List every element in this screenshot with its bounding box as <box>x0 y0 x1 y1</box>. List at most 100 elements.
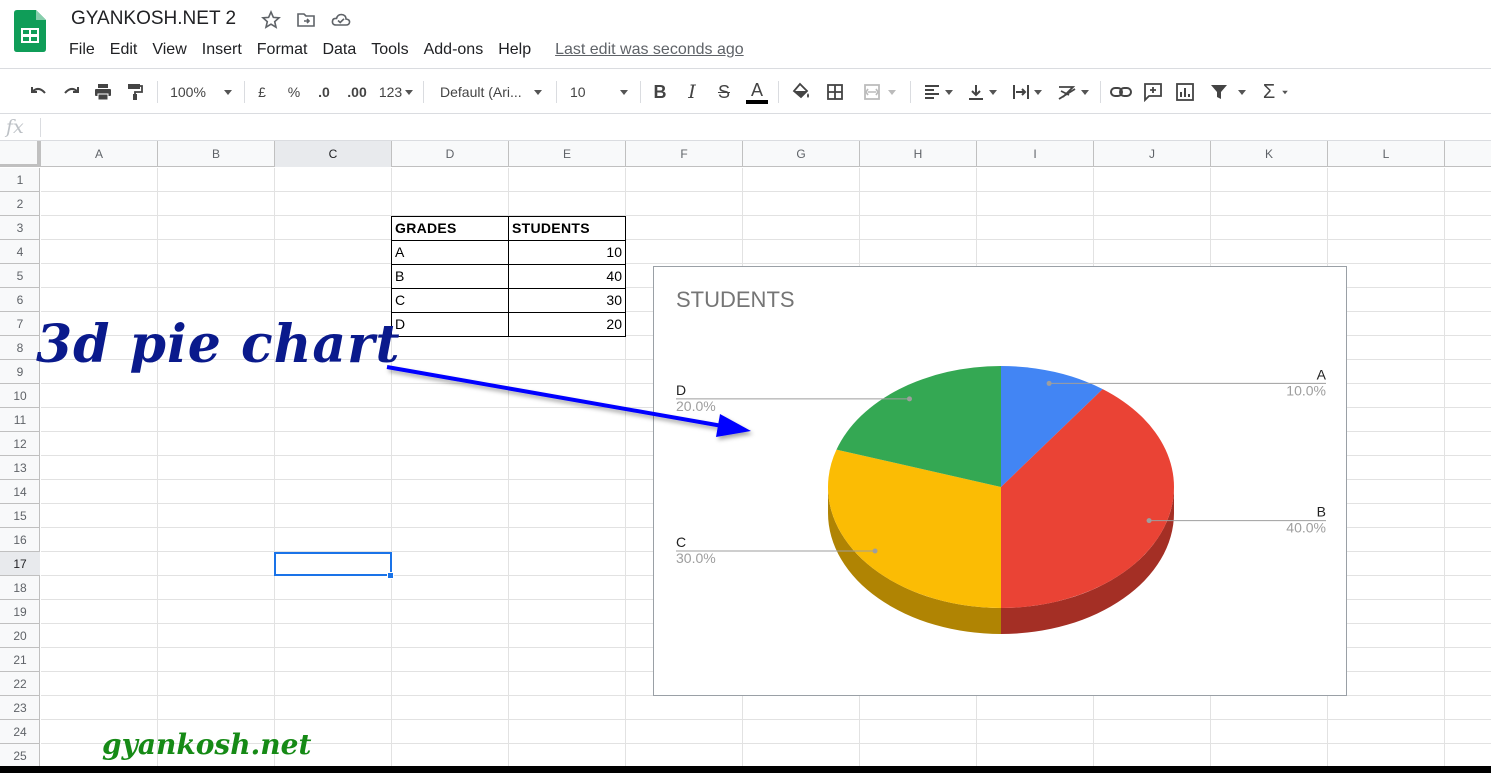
text-wrapping-button[interactable] <box>1006 79 1048 105</box>
percent-format-button[interactable]: % <box>282 79 306 105</box>
increase-decimal-button[interactable]: .00 <box>342 79 372 105</box>
row-header-12[interactable]: 12 <box>0 432 40 456</box>
column-header-g[interactable]: G <box>743 141 860 167</box>
sheets-logo-icon[interactable] <box>14 10 46 52</box>
italic-button[interactable]: I <box>680 79 704 105</box>
menu-help[interactable]: Help <box>498 41 531 59</box>
selected-cell[interactable] <box>274 552 392 576</box>
row-header-15[interactable]: 15 <box>0 504 40 528</box>
menu-view[interactable]: View <box>152 41 186 59</box>
paint-format-button[interactable] <box>122 79 148 105</box>
column-header-j[interactable]: J <box>1094 141 1211 167</box>
column-header-l[interactable]: L <box>1328 141 1445 167</box>
functions-button[interactable]: Σ <box>1258 79 1294 105</box>
insert-link-button[interactable] <box>1108 79 1134 105</box>
horizontal-align-button[interactable] <box>918 79 958 105</box>
row-header-24[interactable]: 24 <box>0 720 40 744</box>
row-header-5[interactable]: 5 <box>0 264 40 288</box>
column-header-h[interactable]: H <box>860 141 977 167</box>
menu-data[interactable]: Data <box>322 41 356 59</box>
row-header-10[interactable]: 10 <box>0 384 40 408</box>
insert-chart-button[interactable] <box>1172 79 1198 105</box>
row-header-25[interactable]: 25 <box>0 744 40 768</box>
more-formats-button[interactable]: 123 <box>376 79 416 105</box>
table-cell-grade[interactable]: A <box>391 240 509 265</box>
column-header-f[interactable]: F <box>626 141 743 167</box>
row-header-22[interactable]: 22 <box>0 672 40 696</box>
toolbar-divider <box>910 81 911 103</box>
row-header-11[interactable]: 11 <box>0 408 40 432</box>
text-color-button[interactable]: A <box>744 79 770 105</box>
print-icon <box>95 84 111 101</box>
fill-color-button[interactable] <box>788 79 814 105</box>
currency-format-button[interactable]: £ <box>250 79 274 105</box>
menu-addons[interactable]: Add-ons <box>424 41 484 59</box>
row-header-18[interactable]: 18 <box>0 576 40 600</box>
strikethrough-button[interactable]: S <box>712 79 736 105</box>
font-family-select[interactable]: Default (Ari... <box>440 79 546 105</box>
row-header-17[interactable]: 17 <box>0 552 40 576</box>
borders-button[interactable] <box>822 79 848 105</box>
column-header-k[interactable]: K <box>1211 141 1328 167</box>
zoom-select[interactable]: 100% <box>168 79 234 105</box>
column-header-a[interactable]: A <box>41 141 158 167</box>
table-cell-students[interactable]: 20 <box>508 312 626 337</box>
star-icon[interactable] <box>261 10 281 30</box>
print-button[interactable] <box>90 79 116 105</box>
row-header-16[interactable]: 16 <box>0 528 40 552</box>
last-edit-link[interactable]: Last edit was seconds ago <box>555 41 744 59</box>
insert-comment-button[interactable] <box>1140 79 1166 105</box>
merge-cells-button[interactable] <box>856 79 902 105</box>
row-header-19[interactable]: 19 <box>0 600 40 624</box>
row-header-9[interactable]: 9 <box>0 360 40 384</box>
column-header-c[interactable]: C <box>275 141 392 167</box>
menu-edit[interactable]: Edit <box>110 41 138 59</box>
column-header-i[interactable]: I <box>977 141 1094 167</box>
table-cell-students[interactable]: 10 <box>508 240 626 265</box>
table-header-grades[interactable]: GRADES <box>391 216 509 241</box>
column-header-d[interactable]: D <box>392 141 509 167</box>
row-header-13[interactable]: 13 <box>0 456 40 480</box>
menu-file[interactable]: File <box>69 41 95 59</box>
column-header-m[interactable] <box>1445 141 1491 167</box>
table-cell-grade[interactable]: B <box>391 264 509 289</box>
pie-chart[interactable]: STUDENTS A 10.0% B 40.0% C 30.0% D 20.0% <box>653 266 1347 696</box>
fill-handle[interactable] <box>387 572 394 579</box>
move-folder-icon[interactable] <box>296 10 316 30</box>
row-header-1[interactable]: 1 <box>0 168 40 192</box>
menu-format[interactable]: Format <box>257 41 308 59</box>
slice-percent-c: 30.0% <box>676 550 716 566</box>
row-header-8[interactable]: 8 <box>0 336 40 360</box>
merge-cells-icon <box>864 84 880 100</box>
table-cell-grade[interactable]: D <box>391 312 509 337</box>
table-cell-grade[interactable]: C <box>391 288 509 313</box>
text-rotation-button[interactable] <box>1052 79 1094 105</box>
decrease-decimal-button[interactable]: .0 <box>312 79 336 105</box>
redo-button[interactable] <box>58 79 84 105</box>
row-header-14[interactable]: 14 <box>0 480 40 504</box>
select-all-corner[interactable] <box>0 141 41 167</box>
menu-insert[interactable]: Insert <box>202 41 242 59</box>
menu-tools[interactable]: Tools <box>371 41 408 59</box>
filter-button[interactable] <box>1206 79 1250 105</box>
font-size-select[interactable]: 10 <box>570 79 632 105</box>
vertical-align-button[interactable] <box>962 79 1002 105</box>
cloud-saved-icon[interactable] <box>331 10 351 30</box>
row-header-4[interactable]: 4 <box>0 240 40 264</box>
table-header-students[interactable]: STUDENTS <box>508 216 626 241</box>
document-title[interactable]: GYANKOSH.NET 2 <box>71 8 236 30</box>
table-cell-students[interactable]: 30 <box>508 288 626 313</box>
column-header-e[interactable]: E <box>509 141 626 167</box>
row-header-23[interactable]: 23 <box>0 696 40 720</box>
bold-button[interactable]: B <box>648 79 672 105</box>
row-header-6[interactable]: 6 <box>0 288 40 312</box>
row-header-20[interactable]: 20 <box>0 624 40 648</box>
row-header-7[interactable]: 7 <box>0 312 40 336</box>
table-cell-students[interactable]: 40 <box>508 264 626 289</box>
row-header-21[interactable]: 21 <box>0 648 40 672</box>
column-headers: ABCDEFGHIJKL <box>0 141 1491 167</box>
row-header-2[interactable]: 2 <box>0 192 40 216</box>
undo-button[interactable] <box>26 79 52 105</box>
row-header-3[interactable]: 3 <box>0 216 40 240</box>
column-header-b[interactable]: B <box>158 141 275 167</box>
